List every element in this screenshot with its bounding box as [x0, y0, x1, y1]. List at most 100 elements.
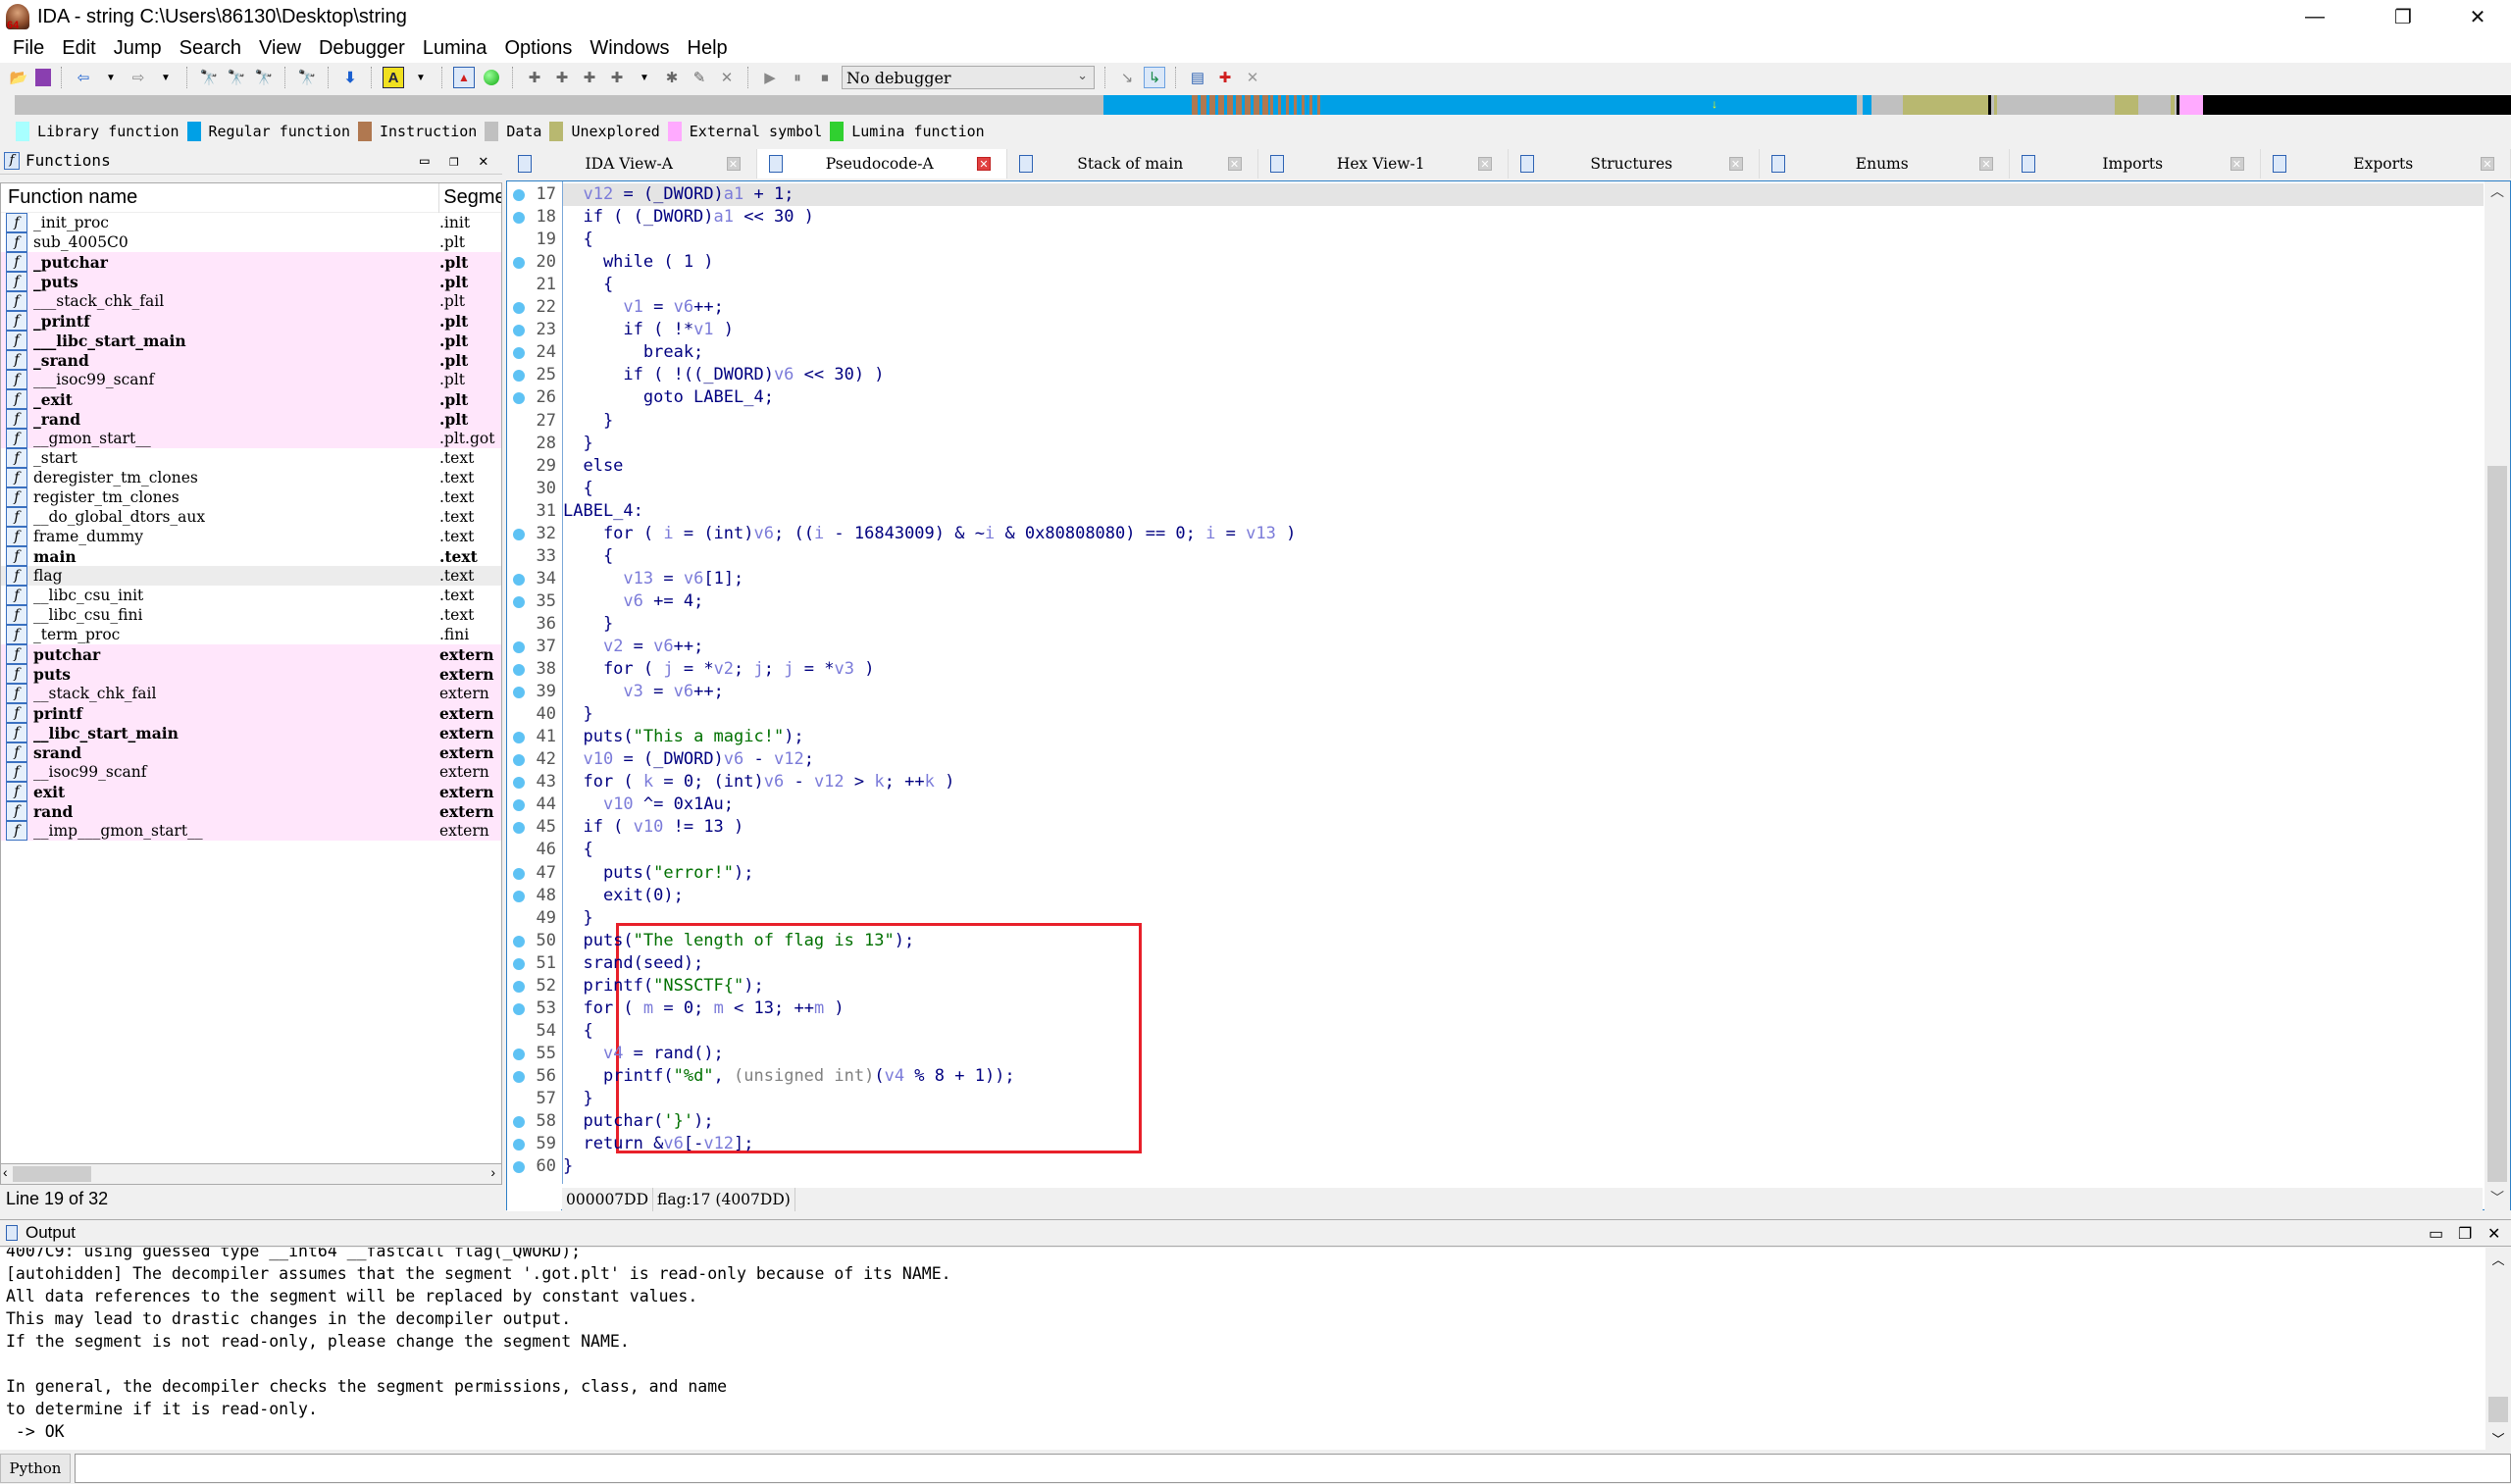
search-next-icon[interactable]: 🔭 — [296, 67, 318, 88]
code-line[interactable]: } — [563, 703, 592, 726]
breakpoint-dot-icon[interactable] — [513, 867, 525, 880]
menu-help[interactable]: Help — [679, 37, 737, 60]
function-row[interactable]: f register_tm_clones .text — [1, 487, 501, 507]
function-row[interactable]: f __isoc99_scanf extern — [1, 762, 501, 782]
code-line[interactable]: goto LABEL_4; — [563, 386, 774, 409]
function-row[interactable]: f __imp___gmon_start__ extern — [1, 821, 501, 841]
function-row[interactable]: f _puts .plt — [1, 272, 501, 291]
breakpoint-dot-icon[interactable] — [513, 980, 525, 993]
tab-hex-view-1[interactable]: Hex View-1 ✕ — [1257, 149, 1509, 179]
code-line[interactable]: } — [563, 410, 613, 433]
tab-enums[interactable]: Enums ✕ — [1759, 149, 2010, 179]
breakpoint-dot-icon[interactable] — [513, 641, 525, 653]
pseudocode-vertical-scrollbar[interactable]: ︿ ﹀ — [2485, 181, 2510, 1211]
menu-file[interactable]: File — [4, 37, 53, 60]
code-line[interactable]: printf("%d", (unsigned int)(v4 % 8 + 1))… — [563, 1065, 1015, 1088]
breakpoint-dot-icon[interactable] — [513, 957, 525, 970]
code-line[interactable]: { — [563, 274, 613, 296]
make-ascii-icon[interactable]: ✚ — [579, 67, 600, 88]
code-line[interactable]: puts("The length of flag is 13"); — [563, 930, 914, 952]
tab-exports[interactable]: Exports ✕ — [2260, 149, 2511, 179]
menu-lumina[interactable]: Lumina — [414, 37, 496, 60]
function-row[interactable]: f puts extern — [1, 664, 501, 684]
code-line[interactable]: { — [563, 229, 592, 251]
code-line[interactable]: if ( (_DWORD)a1 << 30 ) — [563, 206, 813, 229]
code-line[interactable]: LABEL_4: — [563, 500, 643, 523]
scroll-down-icon[interactable]: ﹀ — [2485, 1429, 2511, 1448]
close-tab-icon[interactable]: ✕ — [2481, 157, 2494, 171]
python-language-button[interactable]: Python — [0, 1453, 71, 1483]
menu-jump[interactable]: Jump — [105, 37, 171, 60]
function-row[interactable]: f __libc_csu_init .text — [1, 586, 501, 605]
code-line[interactable]: srand(seed); — [563, 952, 703, 975]
code-line[interactable]: if ( !((_DWORD)v6 << 30) ) — [563, 364, 884, 386]
make-data-icon[interactable]: ✚ — [551, 67, 573, 88]
close-tab-icon[interactable]: ✕ — [1979, 157, 1993, 171]
code-line[interactable]: v10 = (_DWORD)v6 - v12; — [563, 748, 813, 771]
chevron-down-icon[interactable]: ▼ — [634, 67, 655, 88]
code-line[interactable]: while ( 1 ) — [563, 251, 714, 274]
function-row[interactable]: f rand extern — [1, 801, 501, 821]
tab-structures[interactable]: Structures ✕ — [1509, 149, 1760, 179]
chevron-down-icon[interactable]: ▼ — [410, 67, 432, 88]
code-line[interactable]: if ( !*v1 ) — [563, 319, 734, 341]
close-panel-icon[interactable]: ✕ — [2487, 1224, 2500, 1244]
stop-icon[interactable]: ⏹ — [814, 67, 836, 88]
function-row[interactable]: f __libc_start_main extern — [1, 723, 501, 742]
minimize-button[interactable]: — — [2285, 0, 2344, 33]
code-line[interactable]: printf("NSSCTF{"); — [563, 975, 763, 998]
code-line[interactable]: for ( i = (int)v6; ((i - 16843009) & ~i … — [563, 523, 1296, 545]
code-line[interactable]: if ( v10 != 13 ) — [563, 816, 743, 839]
breakpoint-dot-icon[interactable] — [513, 595, 525, 608]
text-color-icon[interactable]: A — [383, 67, 404, 88]
close-tab-icon[interactable]: ✕ — [2229, 157, 2244, 171]
output-log[interactable]: 4007C9: using guessed type __int64 __fas… — [0, 1248, 2485, 1450]
menu-windows[interactable]: Windows — [581, 37, 678, 60]
function-row[interactable]: f ___libc_start_main .plt — [1, 331, 501, 350]
delete-breakpoint-icon[interactable]: ✕ — [1242, 67, 1263, 88]
scrollbar-thumb[interactable] — [2487, 466, 2507, 1182]
column-function-name[interactable]: Function name — [1, 186, 438, 209]
scrollbar-thumb[interactable] — [2488, 1397, 2508, 1422]
rename-icon[interactable]: ✎ — [689, 67, 710, 88]
float-panel-icon[interactable]: ❐ — [449, 151, 459, 170]
function-row[interactable]: f _rand .plt — [1, 409, 501, 429]
breakpoint-dot-icon[interactable] — [513, 1116, 525, 1129]
navigation-band[interactable]: ↓ — [0, 92, 2511, 118]
make-code-icon[interactable]: ✚ — [524, 67, 545, 88]
pseudocode-view[interactable]: 17 18 19 20 21 22 23 24 25 26 27 28 29 30 31 32 33 34 35 36… — [506, 180, 2511, 1211]
maximize-panel-icon[interactable]: ▭ — [420, 151, 430, 170]
code-line[interactable]: puts("error!"); — [563, 862, 754, 885]
save-icon[interactable] — [35, 69, 51, 86]
breakpoint-list-icon[interactable]: ▤ — [1187, 67, 1208, 88]
breakpoint-dot-icon[interactable] — [513, 528, 525, 540]
code-line[interactable]: } — [563, 1088, 592, 1110]
scroll-right-icon[interactable]: › — [490, 1164, 495, 1180]
tab-imports[interactable]: Imports ✕ — [2010, 149, 2261, 179]
function-row[interactable]: f __stack_chk_fail extern — [1, 684, 501, 703]
code-line[interactable]: { — [563, 545, 613, 568]
code-line[interactable]: exit(0); — [563, 885, 684, 907]
code-line[interactable]: for ( k = 0; (int)v6 - v12 > k; ++k ) — [563, 771, 954, 793]
output-vertical-scrollbar[interactable]: ︿ ﹀ — [2485, 1248, 2511, 1450]
code-line[interactable]: v4 = rand(); — [563, 1043, 724, 1065]
function-row[interactable]: f flag .text — [1, 566, 501, 586]
close-tab-icon[interactable]: ✕ — [1227, 157, 1242, 171]
run-icon[interactable]: ▶ — [759, 67, 781, 88]
close-tab-icon[interactable]: ✕ — [1728, 157, 1743, 171]
function-row[interactable]: f ___stack_chk_fail .plt — [1, 291, 501, 311]
code-line[interactable]: for ( m = 0; m < 13; ++m ) — [563, 998, 844, 1020]
code-line[interactable]: for ( j = *v2; j; j = *v3 ) — [563, 658, 875, 681]
breakpoint-dot-icon[interactable] — [513, 1070, 525, 1083]
function-row[interactable]: f exit extern — [1, 782, 501, 801]
function-row[interactable]: f _putchar .plt — [1, 252, 501, 272]
chevron-down-icon[interactable]: ▼ — [155, 67, 177, 88]
code-line[interactable]: v6 += 4; — [563, 590, 703, 613]
add-breakpoint-icon[interactable]: ✚ — [1214, 67, 1236, 88]
code-line[interactable]: } — [563, 433, 592, 455]
breakpoint-dot-icon[interactable] — [513, 687, 525, 699]
breakpoint-dot-icon[interactable] — [513, 1048, 525, 1060]
restore-button[interactable]: ❐ — [2374, 0, 2433, 33]
function-row[interactable]: f deregister_tm_clones .text — [1, 468, 501, 487]
function-row[interactable]: f sub_4005C0 .plt — [1, 232, 501, 252]
